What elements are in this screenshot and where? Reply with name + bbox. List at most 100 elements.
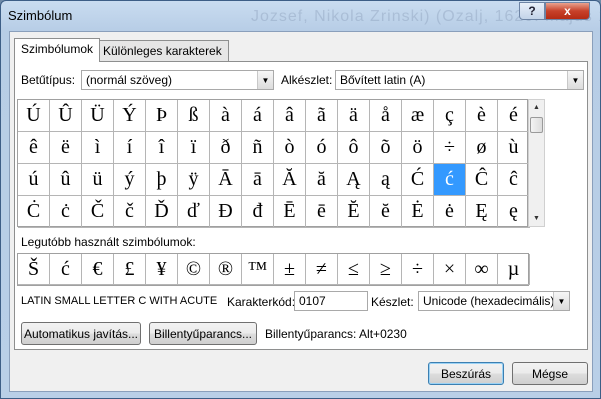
symbol-cell[interactable]: ÷ (434, 132, 466, 164)
symbol-cell[interactable]: ý (114, 164, 146, 196)
symbol-cell[interactable]: ç (434, 100, 466, 132)
symbol-cell[interactable]: û (50, 164, 82, 196)
autocorrect-button[interactable]: Automatikus javítás... (21, 322, 141, 345)
recent-symbol-cell[interactable]: ≥ (370, 254, 402, 285)
symbol-cell[interactable]: ñ (242, 132, 274, 164)
recent-symbol-cell[interactable]: ™ (242, 254, 274, 285)
recent-symbol-cell[interactable]: © (178, 254, 210, 285)
chevron-down-icon[interactable]: ▼ (257, 71, 273, 89)
recent-symbol-cell[interactable]: ± (274, 254, 306, 285)
charset-select[interactable]: Unicode (hexadecimális) ▼ (418, 291, 570, 311)
symbol-cell[interactable]: ø (466, 132, 498, 164)
symbol-cell[interactable]: č (114, 196, 146, 228)
symbol-cell[interactable]: à (210, 100, 242, 132)
symbol-cell[interactable]: â (274, 100, 306, 132)
symbol-cell[interactable]: ï (178, 132, 210, 164)
symbol-cell[interactable]: ù (498, 132, 530, 164)
symbol-cell[interactable]: í (114, 132, 146, 164)
symbol-cell[interactable]: ò (274, 132, 306, 164)
symbol-cell[interactable]: ė (434, 196, 466, 228)
symbol-cell[interactable]: Ý (114, 100, 146, 132)
symbol-cell[interactable]: Û (50, 100, 82, 132)
symbol-cell[interactable]: é (498, 100, 530, 132)
symbol-cell[interactable]: ü (82, 164, 114, 196)
symbol-cell[interactable]: Ĕ (338, 196, 370, 228)
symbol-cell[interactable]: Ď (146, 196, 178, 228)
symbol-cell[interactable]: Ē (274, 196, 306, 228)
symbol-cell[interactable]: Ė (402, 196, 434, 228)
symbol-cell[interactable]: Đ (210, 196, 242, 228)
symbol-cell[interactable]: Ą (338, 164, 370, 196)
symbol-cell[interactable]: ê (18, 132, 50, 164)
symbol-cell[interactable]: ę (498, 196, 530, 228)
recent-symbol-cell[interactable]: ¥ (146, 254, 178, 285)
symbol-cell[interactable]: Ć (402, 164, 434, 196)
recent-symbol-cell[interactable]: µ (498, 254, 530, 285)
symbol-cell[interactable]: å (370, 100, 402, 132)
symbol-cell[interactable]: ß (178, 100, 210, 132)
recent-symbol-cell[interactable]: ≠ (306, 254, 338, 285)
symbol-cell[interactable]: Ú (18, 100, 50, 132)
symbol-cell[interactable]: ď (178, 196, 210, 228)
char-code-input[interactable]: 0107 (294, 291, 368, 311)
symbol-cell[interactable]: ë (50, 132, 82, 164)
symbol-cell[interactable]: Ü (82, 100, 114, 132)
recent-symbol-cell[interactable]: Š (18, 254, 50, 285)
symbol-cell[interactable]: æ (402, 100, 434, 132)
symbol-cell[interactable]: õ (370, 132, 402, 164)
symbol-cell[interactable]: ö (402, 132, 434, 164)
symbol-cell[interactable]: ú (18, 164, 50, 196)
recent-symbol-cell[interactable]: × (434, 254, 466, 285)
recent-symbol-cell[interactable]: £ (114, 254, 146, 285)
symbol-cell[interactable]: ä (338, 100, 370, 132)
symbol-cell[interactable]: ċ (50, 196, 82, 228)
recent-symbol-cell[interactable]: ≤ (338, 254, 370, 285)
recent-symbol-cell[interactable]: ∞ (466, 254, 498, 285)
symbol-cell[interactable]: ć (434, 164, 466, 196)
recent-symbol-cell[interactable]: ® (210, 254, 242, 285)
symbol-cell[interactable]: ĉ (498, 164, 530, 196)
tab-special-characters[interactable]: Különleges karakterek (96, 40, 229, 61)
symbol-cell[interactable]: ì (82, 132, 114, 164)
symbol-cell[interactable]: ó (306, 132, 338, 164)
symbol-cell[interactable]: î (146, 132, 178, 164)
recent-symbol-cell[interactable]: ć (50, 254, 82, 285)
symbol-cell[interactable]: á (242, 100, 274, 132)
symbol-cell[interactable]: ã (306, 100, 338, 132)
symbol-cell[interactable]: Ę (466, 196, 498, 228)
scroll-thumb[interactable] (530, 117, 543, 133)
symbol-cell[interactable]: Ā (210, 164, 242, 196)
symbol-cell[interactable]: ă (306, 164, 338, 196)
symbol-cell[interactable]: Ĉ (466, 164, 498, 196)
symbol-cell[interactable]: ð (210, 132, 242, 164)
subset-select[interactable]: Bővített latin (A) ▼ (335, 70, 584, 90)
symbol-cell[interactable]: ĕ (370, 196, 402, 228)
symbol-cell[interactable]: ē (306, 196, 338, 228)
symbol-cell[interactable]: đ (242, 196, 274, 228)
scroll-up-icon[interactable]: ▲ (529, 100, 544, 115)
symbol-cell[interactable]: ÿ (178, 164, 210, 196)
font-select[interactable]: (normál szöveg) ▼ (81, 70, 274, 90)
help-button[interactable]: ? (519, 2, 545, 20)
symbol-cell[interactable]: Ċ (18, 196, 50, 228)
tab-symbols[interactable]: Szimbólumok (14, 38, 101, 62)
symbol-cell[interactable]: Č (82, 196, 114, 228)
chevron-down-icon[interactable]: ▼ (567, 71, 583, 89)
symbol-cell[interactable]: è (466, 100, 498, 132)
title-bar[interactable]: Jozsef, Nikola Zrinski) (Ozalj, 1620. má… (1, 1, 601, 31)
symbol-cell[interactable]: Þ (146, 100, 178, 132)
symbol-cell[interactable]: ô (338, 132, 370, 164)
insert-button[interactable]: Beszúrás (428, 362, 504, 385)
close-button[interactable]: x (545, 2, 590, 20)
cancel-button[interactable]: Mégse (512, 362, 588, 385)
shortcut-key-button[interactable]: Billentyűparancs... (149, 322, 257, 345)
symbol-cell[interactable]: ā (242, 164, 274, 196)
scroll-down-icon[interactable]: ▼ (529, 211, 544, 226)
symbol-cell[interactable]: ą (370, 164, 402, 196)
symbol-grid-scrollbar[interactable]: ▲ ▼ (528, 99, 545, 227)
recent-symbol-cell[interactable]: ÷ (402, 254, 434, 285)
symbol-cell[interactable]: Ă (274, 164, 306, 196)
recent-symbol-cell[interactable]: € (82, 254, 114, 285)
chevron-down-icon[interactable]: ▼ (553, 292, 569, 310)
symbol-cell[interactable]: þ (146, 164, 178, 196)
